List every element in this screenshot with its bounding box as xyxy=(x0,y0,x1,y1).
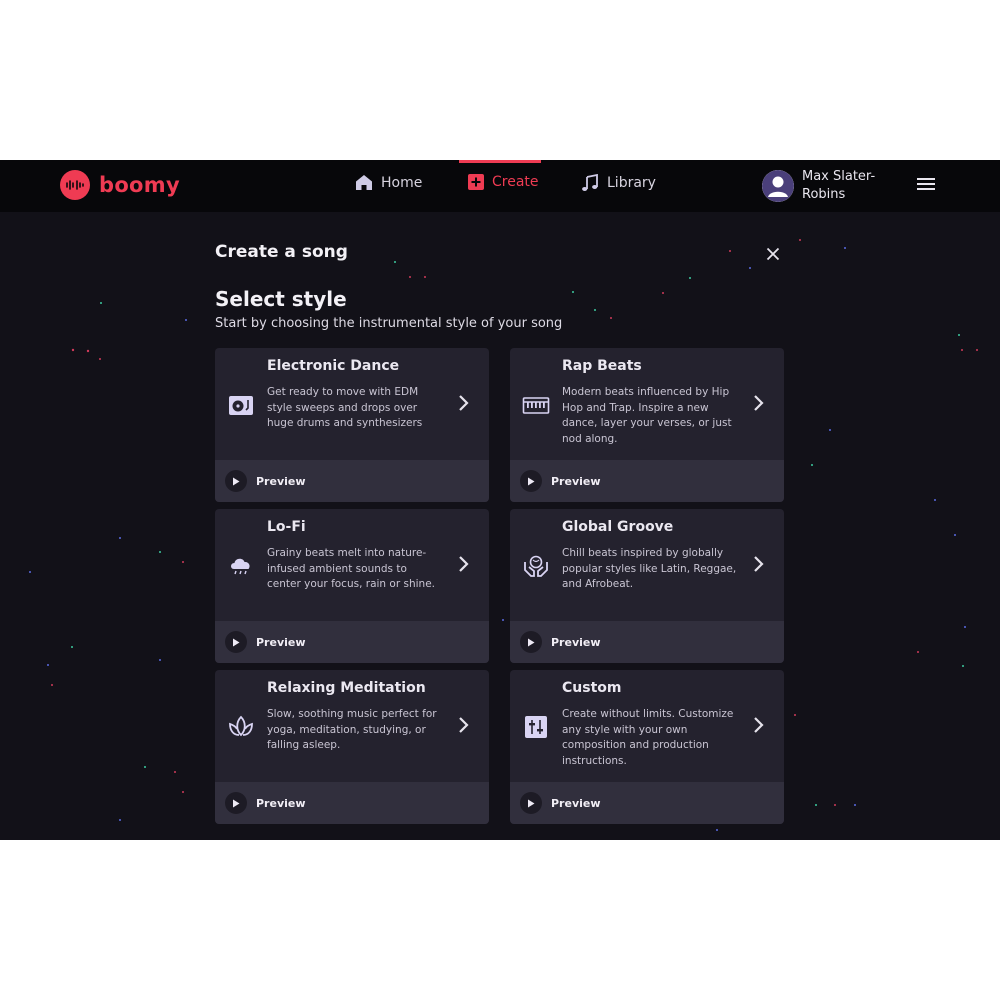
card-description: Get ready to move with EDM style sweeps … xyxy=(267,386,423,429)
app-window: boomy Home Create Library Max Slater- Ro… xyxy=(0,160,1000,840)
turntable-icon xyxy=(229,396,253,415)
nav-library[interactable]: Library xyxy=(581,174,656,192)
user-profile[interactable]: Max Slater- Robins xyxy=(762,168,892,204)
preview-button[interactable]: Preview xyxy=(510,782,784,824)
music-note-icon xyxy=(582,174,598,191)
modal-title: Create a song xyxy=(215,242,348,262)
card-title: Lo-Fi xyxy=(267,519,306,535)
hamburger-menu-button[interactable] xyxy=(917,176,935,195)
chevron-right-icon xyxy=(459,556,469,572)
section-title: Select style xyxy=(215,287,347,311)
play-icon xyxy=(528,799,535,807)
top-navbar: boomy Home Create Library Max Slater- Ro… xyxy=(0,160,1000,212)
preview-button[interactable]: Preview xyxy=(215,460,489,502)
card-description: Chill beats inspired by globally popular… xyxy=(562,547,737,590)
play-button xyxy=(225,631,247,653)
close-button[interactable] xyxy=(766,246,780,265)
preview-button[interactable]: Preview xyxy=(510,460,784,502)
chevron-right-icon xyxy=(754,395,764,411)
play-button xyxy=(225,792,247,814)
active-tab-indicator xyxy=(459,160,541,163)
nav-create[interactable]: Create xyxy=(468,174,539,190)
user-name-line2: Robins xyxy=(802,187,846,202)
close-icon xyxy=(766,247,780,261)
chevron-right-icon xyxy=(459,717,469,733)
play-icon xyxy=(528,477,535,485)
keyboard-icon xyxy=(522,397,550,414)
play-icon xyxy=(233,638,240,646)
preview-label: Preview xyxy=(256,796,306,810)
card-description: Modern beats influenced by Hip Hop and T… xyxy=(562,386,732,445)
preview-label: Preview xyxy=(551,474,601,488)
preview-button[interactable]: Preview xyxy=(510,621,784,663)
chevron-right-icon xyxy=(754,556,764,572)
chevron-right-icon xyxy=(459,395,469,411)
avatar xyxy=(762,170,794,202)
card-title: Rap Beats xyxy=(562,358,642,374)
brand-name: boomy xyxy=(99,173,180,197)
play-button xyxy=(225,470,247,492)
play-button xyxy=(520,470,542,492)
card-description: Create without limits. Customize any sty… xyxy=(562,708,734,767)
card-title: Custom xyxy=(562,680,622,696)
style-card-custom[interactable]: Custom Create without limits. Customize … xyxy=(510,670,784,824)
sliders-icon xyxy=(525,716,547,738)
user-name: Max Slater- Robins xyxy=(802,168,892,204)
play-button xyxy=(520,792,542,814)
style-card-rap-beats[interactable]: Rap Beats Modern beats influenced by Hip… xyxy=(510,348,784,502)
preview-label: Preview xyxy=(551,635,601,649)
boomy-logo[interactable]: boomy xyxy=(60,170,180,200)
card-description: Slow, soothing music perfect for yoga, m… xyxy=(267,708,437,751)
nav-create-label: Create xyxy=(492,174,539,190)
play-icon xyxy=(233,799,240,807)
play-icon xyxy=(528,638,535,646)
play-icon xyxy=(233,477,240,485)
nav-home-label: Home xyxy=(381,174,423,191)
card-title: Electronic Dance xyxy=(267,358,400,374)
user-name-line1: Max Slater- xyxy=(802,169,876,184)
style-card-relaxing-meditation[interactable]: Relaxing Meditation Slow, soothing music… xyxy=(215,670,489,824)
user-icon xyxy=(762,170,794,202)
preview-label: Preview xyxy=(551,796,601,810)
nav-library-label: Library xyxy=(607,175,656,191)
starfield-background xyxy=(29,239,978,831)
chevron-right-icon xyxy=(754,717,764,733)
nav-home[interactable]: Home xyxy=(355,174,422,191)
lotus-icon xyxy=(229,715,253,737)
card-title: Global Groove xyxy=(562,519,674,535)
preview-label: Preview xyxy=(256,474,306,488)
card-description: Grainy beats melt into nature-infused am… xyxy=(267,547,435,590)
preview-label: Preview xyxy=(256,635,306,649)
card-title: Relaxing Meditation xyxy=(267,680,426,696)
cloud-rain-icon xyxy=(231,558,250,575)
style-card-global-groove[interactable]: Global Groove Chill beats inspired by gl… xyxy=(510,509,784,663)
preview-button[interactable]: Preview xyxy=(215,782,489,824)
hamburger-icon xyxy=(917,178,935,190)
home-icon xyxy=(356,175,372,190)
plus-square-icon xyxy=(468,174,484,190)
boomy-logo-icon xyxy=(60,170,90,200)
globe-hands-icon xyxy=(524,555,548,577)
preview-button[interactable]: Preview xyxy=(215,621,489,663)
play-button xyxy=(520,631,542,653)
section-subtitle: Start by choosing the instrumental style… xyxy=(215,316,563,331)
style-card-electronic-dance[interactable]: Electronic Dance Get ready to move with … xyxy=(215,348,489,502)
style-card-lo-fi[interactable]: Lo-Fi Grainy beats melt into nature-infu… xyxy=(215,509,489,663)
